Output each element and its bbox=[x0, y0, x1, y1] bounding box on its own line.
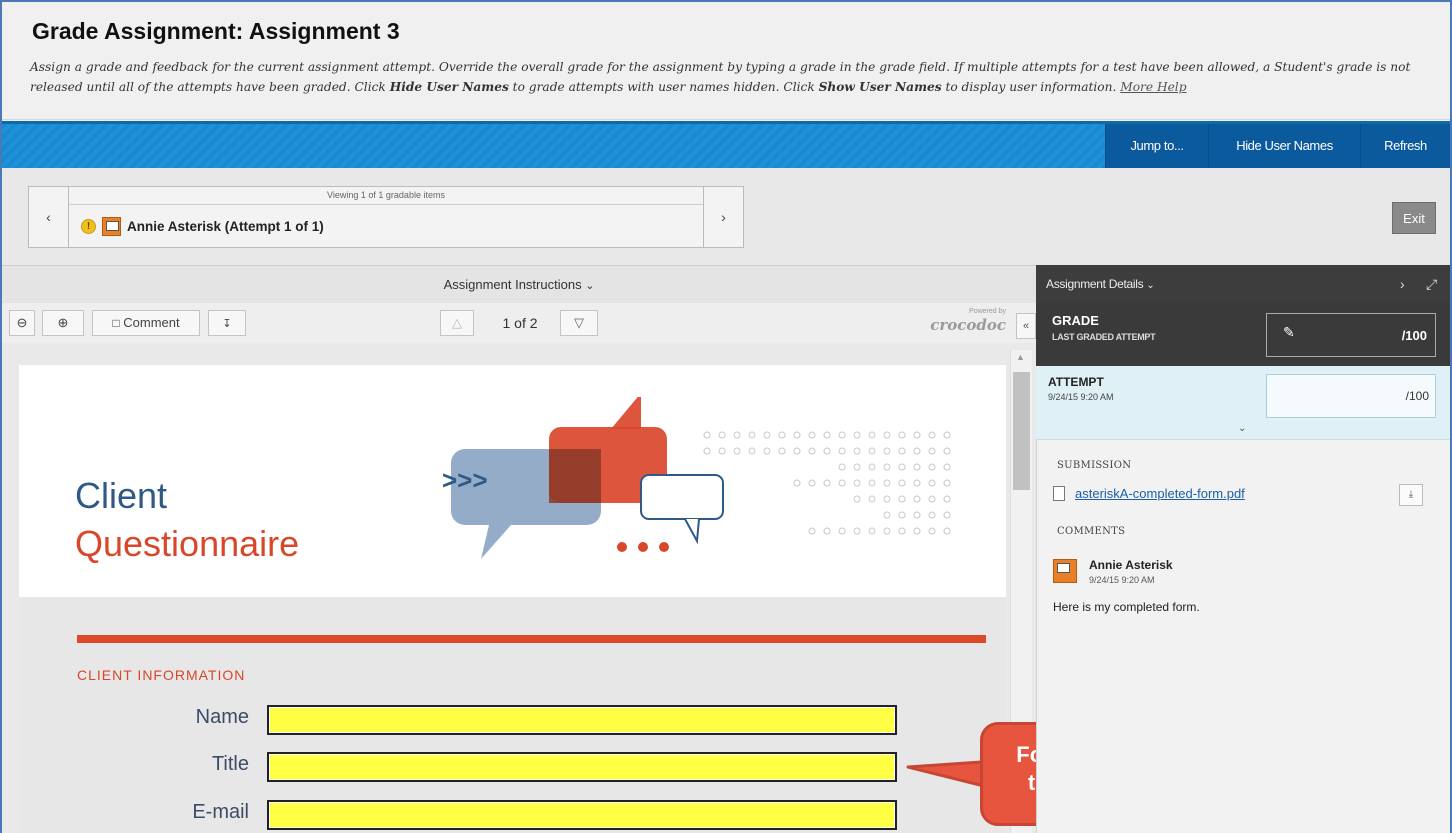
grade-label: GRADE bbox=[1052, 313, 1099, 328]
submission-heading: SUBMISSION bbox=[1057, 460, 1132, 471]
submission-file-link[interactable]: asteriskA-completed-form.pdf bbox=[1075, 486, 1245, 501]
chevron-down-icon: ⌄ bbox=[1146, 280, 1155, 291]
viewer-toolbar: ⊖ ⊕ □ Comment ↧ △ 1 of 2 ▽ Powered by cr… bbox=[2, 303, 1036, 343]
comment-button-label: Comment bbox=[123, 315, 180, 330]
attempt-navigator-row: ‹ Viewing 1 of 1 gradable items ! Annie … bbox=[2, 168, 1450, 265]
page-title: Grade Assignment: Assignment 3 bbox=[32, 18, 400, 44]
grade-sublabel: LAST GRADED ATTEMPT bbox=[1052, 332, 1156, 342]
action-bar: Jump to... Hide User Names Refresh bbox=[2, 121, 1450, 168]
zoom-out-icon: ⊖ bbox=[16, 315, 28, 330]
document-title-line2: Questionnaire bbox=[75, 523, 300, 564]
grade-assignment-window: Grade Assignment: Assignment 3 Assign a … bbox=[0, 0, 1452, 833]
form-label-title: Title bbox=[211, 753, 249, 775]
comment-avatar-icon bbox=[1053, 559, 1077, 583]
document-icon bbox=[1053, 486, 1065, 501]
email-field[interactable] bbox=[267, 800, 897, 830]
dot-grid bbox=[703, 431, 951, 535]
previous-attempt-button[interactable]: ‹ bbox=[29, 187, 69, 247]
zoom-in-button[interactable]: ⊕ bbox=[42, 310, 84, 336]
submission-panel: SUBMISSION asteriskA-completed-form.pdf … bbox=[1036, 440, 1450, 833]
chevron-right-icon[interactable]: › bbox=[1400, 265, 1405, 303]
attempt-grade-input[interactable]: /100 bbox=[1266, 374, 1436, 418]
triangle-down-icon: ▽ bbox=[574, 315, 584, 330]
refresh-button[interactable]: Refresh bbox=[1360, 124, 1450, 168]
assignment-instructions-label: Assignment Instructions bbox=[443, 277, 582, 292]
next-attempt-button[interactable]: › bbox=[703, 187, 743, 247]
viewing-count: Viewing 1 of 1 gradable items bbox=[69, 187, 703, 205]
grade-value: /100 bbox=[1401, 328, 1427, 343]
crocodoc-wordmark: crocodoc bbox=[930, 316, 1006, 334]
download-icon: ↧ bbox=[222, 318, 232, 330]
speech-bubble-icon: □ bbox=[112, 316, 120, 330]
attempt-row: ATTEMPT 9/24/15 9:20 AM /100 ⌄ bbox=[1036, 366, 1450, 440]
chevron-left-icon: ‹ bbox=[46, 209, 51, 225]
comment-date: 9/24/15 9:20 AM bbox=[1089, 575, 1155, 585]
section-heading: CLIENT INFORMATION bbox=[77, 667, 246, 683]
description-show-names: Show User Names bbox=[818, 80, 942, 94]
zoom-out-button[interactable]: ⊖ bbox=[9, 310, 35, 336]
download-submission-button[interactable]: ⤓ bbox=[1399, 484, 1423, 506]
page-description: Assign a grade and feedback for the curr… bbox=[30, 57, 1430, 97]
scroll-up-arrow-icon[interactable]: ▲ bbox=[1016, 352, 1025, 362]
chevron-down-icon[interactable]: ⌄ bbox=[1238, 423, 1246, 434]
collapse-panel-button[interactable]: « bbox=[1016, 313, 1036, 339]
attempt-grade-value: /100 bbox=[1405, 389, 1429, 403]
document-title-line1: Client bbox=[75, 475, 168, 516]
crocodoc-logo: Powered by crocodoc bbox=[910, 308, 1006, 340]
triangle-up-icon: △ bbox=[452, 315, 462, 330]
assignment-details-header[interactable]: Assignment Details ⌄ › ⤢ bbox=[1036, 265, 1450, 303]
grade-input[interactable]: ✎ /100 bbox=[1266, 313, 1436, 357]
speech-bubbles-illustration: >>> bbox=[442, 397, 951, 559]
section-divider bbox=[77, 635, 986, 643]
assignment-instructions-toggle[interactable]: Assignment Instructions ⌄ bbox=[2, 265, 1036, 303]
more-help-link[interactable]: More Help bbox=[1120, 80, 1186, 94]
user-avatar-icon bbox=[102, 216, 121, 236]
needs-grading-icon: ! bbox=[81, 218, 96, 234]
attempt-date: 9/24/15 9:20 AM bbox=[1048, 392, 1114, 402]
download-icon: ⤓ bbox=[1408, 489, 1414, 500]
exit-button[interactable]: Exit bbox=[1392, 202, 1436, 234]
jump-to-button[interactable]: Jump to... bbox=[1105, 124, 1208, 168]
description-text-3: to display user information. bbox=[941, 80, 1121, 94]
assignment-details-label: Assignment Details bbox=[1046, 277, 1144, 291]
pencil-icon: ✎ bbox=[1283, 324, 1295, 340]
comment-author: Annie Asterisk bbox=[1089, 558, 1173, 572]
student-attempt[interactable]: ! Annie Asterisk (Attempt 1 of 1) bbox=[81, 215, 324, 237]
chevron-right-icon: › bbox=[721, 209, 726, 225]
student-attempt-name: Annie Asterisk (Attempt 1 of 1) bbox=[127, 218, 324, 234]
form-label-email: E-mail bbox=[192, 801, 249, 823]
document-hero: Client Questionnaire >>> bbox=[19, 365, 1006, 597]
grade-row: GRADE LAST GRADED ATTEMPT ✎ /100 bbox=[1036, 303, 1450, 366]
comment-text: Here is my completed form. bbox=[1053, 600, 1200, 614]
comments-heading: COMMENTS bbox=[1057, 526, 1126, 537]
form-label-name: Name bbox=[195, 706, 249, 728]
comment-button[interactable]: □ Comment bbox=[92, 310, 200, 336]
scroll-thumb[interactable] bbox=[1013, 372, 1030, 490]
name-field[interactable] bbox=[267, 705, 897, 735]
previous-page-button[interactable]: △ bbox=[440, 310, 474, 336]
description-hide-names: Hide User Names bbox=[389, 80, 509, 94]
double-chevron-left-icon: « bbox=[1022, 320, 1030, 332]
expand-icon[interactable]: ⤢ bbox=[1426, 265, 1437, 303]
hide-user-names-button[interactable]: Hide User Names bbox=[1208, 124, 1360, 168]
zoom-in-icon: ⊕ bbox=[57, 315, 69, 330]
arrows-mark: >>> bbox=[442, 465, 488, 495]
next-page-button[interactable]: ▽ bbox=[560, 310, 598, 336]
attempt-label: ATTEMPT bbox=[1048, 375, 1104, 389]
description-text-2: to grade attempts with user names hidden… bbox=[508, 80, 819, 94]
document-page: Client Questionnaire >>> CLIENT INFORMAT… bbox=[19, 365, 1006, 833]
page-header: Grade Assignment: Assignment 3 Assign a … bbox=[2, 2, 1450, 120]
title-field[interactable] bbox=[267, 752, 897, 782]
attempt-navigator: ‹ Viewing 1 of 1 gradable items ! Annie … bbox=[28, 186, 744, 248]
powered-by-label: Powered by bbox=[969, 308, 1006, 315]
download-document-button[interactable]: ↧ bbox=[208, 310, 246, 336]
page-indicator: 1 of 2 bbox=[502, 315, 538, 331]
chevron-down-icon: ⌄ bbox=[585, 280, 595, 292]
